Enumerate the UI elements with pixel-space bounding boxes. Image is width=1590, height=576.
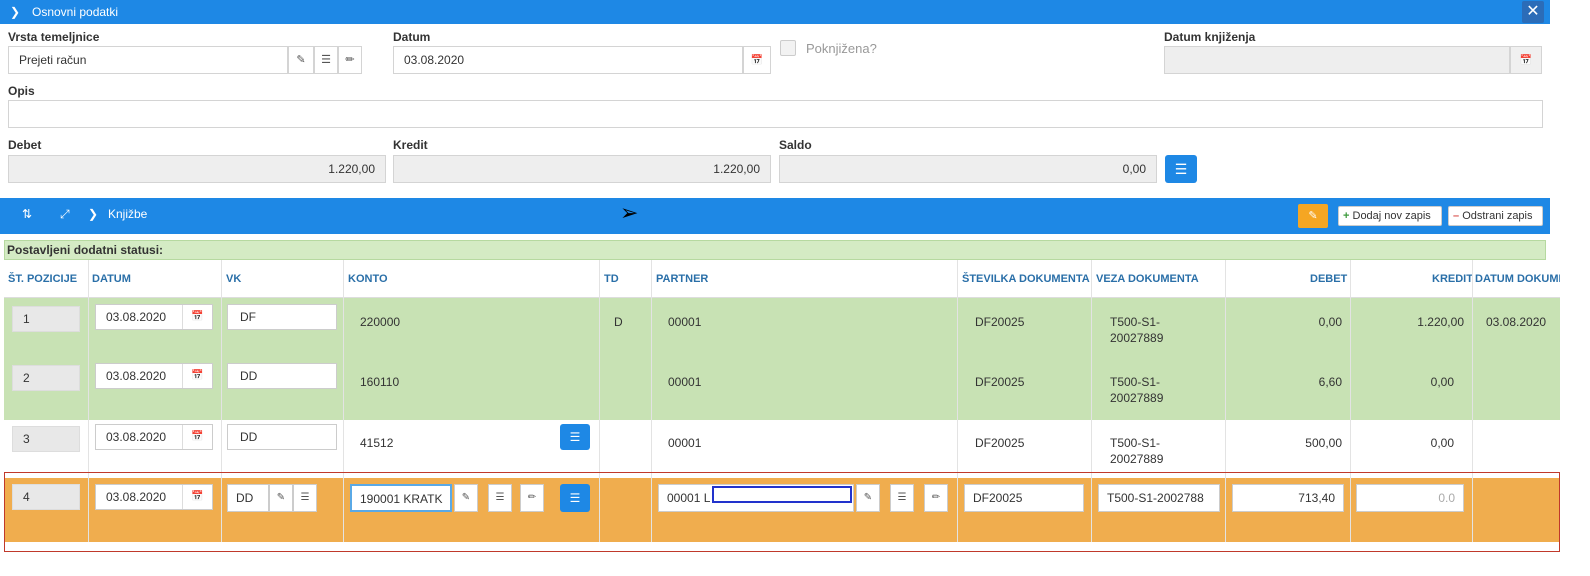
debet-value: 1.220,00 <box>8 155 386 183</box>
partner-cell: 00001 <box>668 436 702 450</box>
header-kredit[interactable]: KREDIT <box>1432 260 1473 298</box>
add-record-button[interactable]: + Dodaj nov zapis <box>1338 206 1442 226</box>
selected-row-outline <box>4 472 1560 552</box>
date-cell[interactable]: 03.08.2020 📅 <box>95 304 213 330</box>
section-title: Knjižbe <box>108 207 148 221</box>
td-cell: D <box>614 315 623 329</box>
header-vk[interactable]: VK <box>226 260 241 298</box>
datum-knjizenja-input[interactable] <box>1164 46 1510 74</box>
chevron-down-icon[interactable]: ❯ <box>88 207 98 221</box>
vrsta-temeljnice-label: Vrsta temeljnice <box>8 30 100 44</box>
calendar-icon: 📅 <box>182 305 212 329</box>
position-cell: 3 <box>12 426 80 452</box>
sort-icon[interactable]: ⇅ <box>22 207 32 221</box>
date-cell[interactable]: 03.08.2020 📅 <box>95 363 213 389</box>
calendar-icon[interactable]: 📅 <box>743 46 771 74</box>
partner-cell: 00001 <box>668 315 702 329</box>
document-link-cell: 20027889 <box>1110 331 1164 345</box>
konto-cell: 160110 <box>360 375 400 389</box>
header-datum-dokumenta[interactable]: DATUM DOKUMENTA <box>1475 260 1560 298</box>
document-number-cell: DF20025 <box>975 375 1025 389</box>
kredit-cell: 1.220,00 <box>1417 315 1464 329</box>
header-partner[interactable]: PARTNER <box>656 260 708 298</box>
konto-cell: 41512 <box>360 436 394 450</box>
kredit-cell: 0,00 <box>1430 375 1454 389</box>
header-konto[interactable]: KONTO <box>348 260 388 298</box>
document-link-cell: T500-S1- <box>1110 375 1161 389</box>
chevron-down-icon: ❯ <box>10 5 21 19</box>
calendar-icon[interactable]: 📅 <box>1510 46 1542 74</box>
debet-cell: 6,60 <box>1318 375 1342 389</box>
document-number-cell: DF20025 <box>975 315 1025 329</box>
eraser-icon[interactable]: ✎ <box>288 46 314 74</box>
datum-label: Datum <box>393 30 431 44</box>
status-bar: Postavljeni dodatni statusi: <box>4 240 1546 260</box>
poknjizena-checkbox[interactable] <box>780 40 796 56</box>
opis-input[interactable] <box>8 100 1543 128</box>
position-cell: 1 <box>12 306 80 332</box>
datum-input[interactable]: 03.08.2020 <box>393 46 743 74</box>
document-link-cell: 20027889 <box>1110 452 1164 466</box>
menu-icon[interactable]: ☰ <box>560 424 590 450</box>
vk-cell[interactable]: DF <box>227 304 337 330</box>
section-title: Osnovni podatki <box>32 5 119 19</box>
debet-cell: 0,00 <box>1318 315 1342 329</box>
partner-cell: 00001 <box>668 375 702 389</box>
konto-cell: 220000 <box>360 315 401 329</box>
section-header-osnovni-podatki[interactable]: ❯ Osnovni podatki <box>0 0 1550 24</box>
remove-record-button[interactable]: – Odstrani zapis <box>1448 206 1543 226</box>
list-icon[interactable]: ☰ <box>314 46 338 74</box>
header-datum[interactable]: DATUM <box>92 260 131 298</box>
edit-icon[interactable]: ✎ <box>1298 204 1328 228</box>
header-stevilka-dokumenta[interactable]: ŠTEVILKA DOKUMENTA <box>962 260 1090 298</box>
document-number-cell: DF20025 <box>975 436 1025 450</box>
minus-icon: – <box>1453 210 1460 222</box>
vk-cell[interactable]: DD <box>227 363 337 389</box>
plus-icon: + <box>1343 210 1350 222</box>
opis-label: Opis <box>8 84 35 98</box>
saldo-value: 0,00 <box>779 155 1157 183</box>
calendar-icon: 📅 <box>182 425 212 449</box>
header-pozicija[interactable]: ŠT. POZICIJE <box>8 260 77 298</box>
header-td[interactable]: TD <box>604 260 619 298</box>
datum-knjizenja-label: Datum knjiženja <box>1164 30 1256 44</box>
vk-cell[interactable]: DD <box>227 424 337 450</box>
saldo-label: Saldo <box>779 138 812 152</box>
debet-label: Debet <box>8 138 42 152</box>
header-veza-dokumenta[interactable]: VEZA DOKUMENTA <box>1096 260 1199 298</box>
kredit-cell: 0,00 <box>1430 436 1454 450</box>
header-debet[interactable]: DEBET <box>1310 260 1347 298</box>
pencil-icon[interactable]: ✏ <box>338 46 362 74</box>
document-link-cell: 20027889 <box>1110 391 1164 405</box>
vrsta-temeljnice-input[interactable]: Prejeti račun <box>8 46 288 74</box>
document-date-cell: 03.08.2020 <box>1486 315 1547 329</box>
position-cell: 2 <box>12 365 80 391</box>
expand-icon[interactable]: ⤢ <box>60 207 70 222</box>
debet-cell: 500,00 <box>1305 436 1342 450</box>
document-link-cell: T500-S1- <box>1110 436 1161 450</box>
poknjizena-label: Poknjižena? <box>806 41 877 56</box>
calendar-icon: 📅 <box>182 364 212 388</box>
close-icon[interactable]: ✕ <box>1522 1 1544 23</box>
cursor-icon: ➢ <box>620 200 639 225</box>
menu-icon[interactable]: ☰ <box>1165 155 1197 183</box>
kredit-label: Kredit <box>393 138 428 152</box>
date-cell[interactable]: 03.08.2020 📅 <box>95 424 213 450</box>
document-link-cell: T500-S1- <box>1110 315 1161 329</box>
kredit-value: 1.220,00 <box>393 155 771 183</box>
